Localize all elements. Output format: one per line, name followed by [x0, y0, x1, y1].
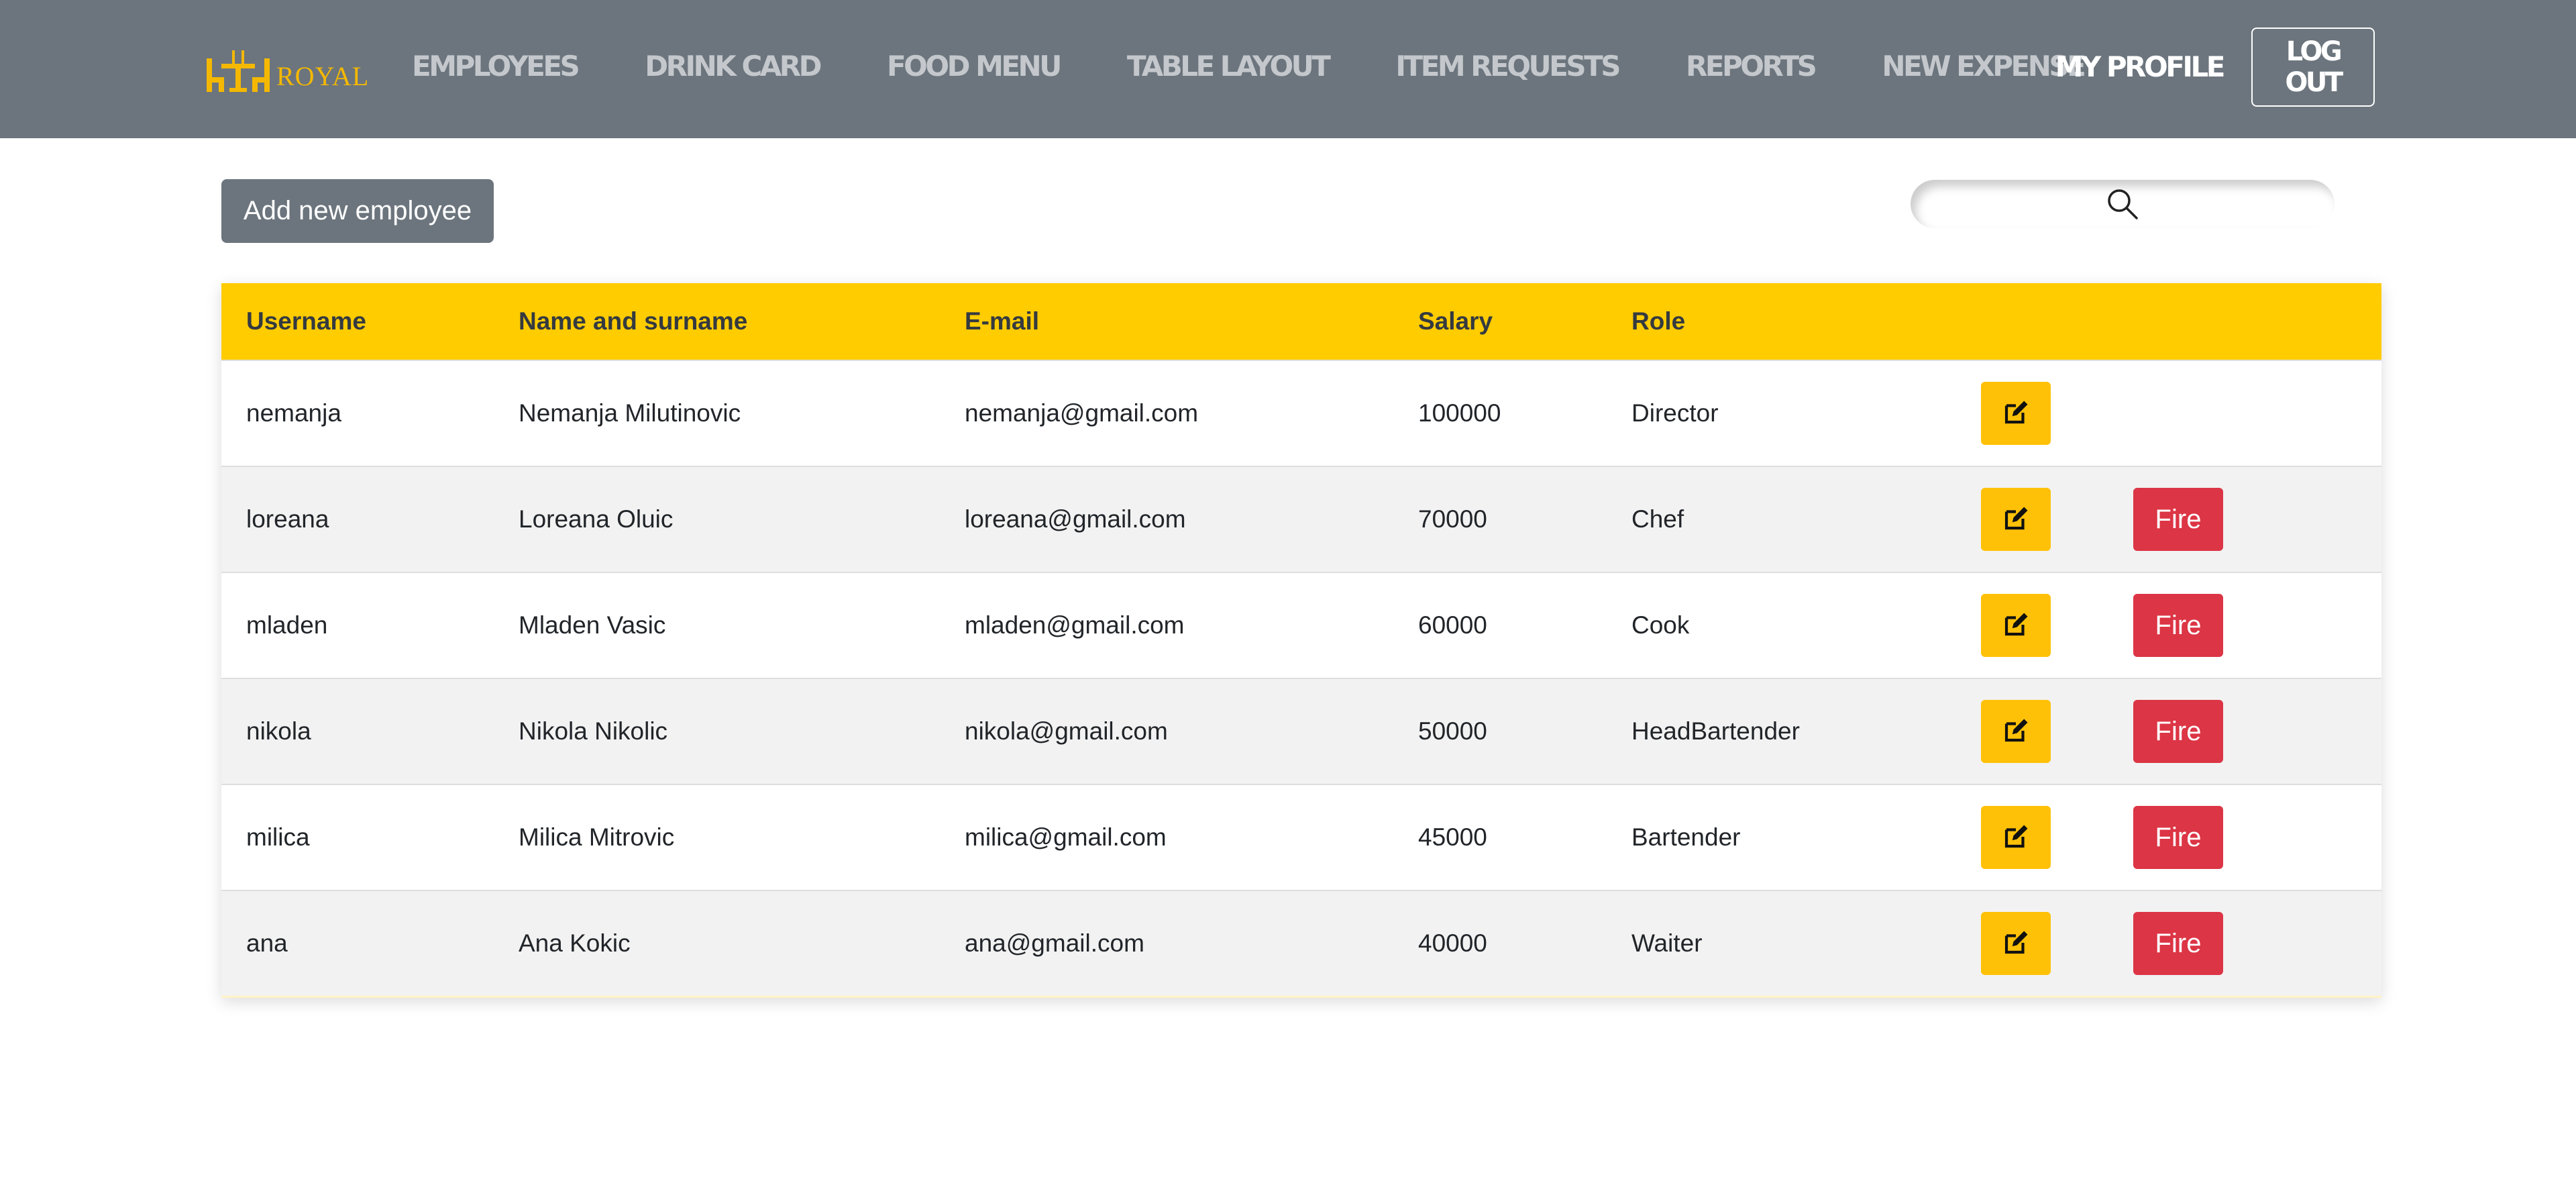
nav-link-food-menu[interactable]: FOOD MENU: [887, 43, 1062, 90]
cell-fire: Fire: [2131, 466, 2381, 572]
header-username: Username: [221, 283, 494, 360]
cell-email: ana@gmail.com: [940, 890, 1393, 996]
nav-link-new-expense[interactable]: NEW EXPENSE: [1882, 43, 2086, 90]
edit-icon: [2002, 823, 2030, 853]
edit-icon: [2002, 399, 2030, 429]
header-fire: [2131, 283, 2381, 360]
cell-role: Waiter: [1607, 890, 1933, 996]
cell-fire: Fire: [2131, 678, 2381, 784]
brand-logo[interactable]: ROYAL: [207, 48, 369, 95]
header-salary: Salary: [1393, 283, 1607, 360]
table-row: mladen Mladen Vasic mladen@gmail.com 60000 C…: [221, 572, 2381, 678]
nav-link-table-layout[interactable]: TABLE LAYOUT: [1127, 43, 1331, 90]
cell-username: mladen: [221, 572, 494, 678]
cell-edit: [1933, 466, 2131, 572]
cell-role: Director: [1607, 360, 1933, 466]
logout-button[interactable]: LOG OUT: [2251, 28, 2375, 107]
table-row: nikola Nikola Nikolic nikola@gmail.com 5000…: [221, 678, 2381, 784]
main-nav: EMPLOYEES DRINK CARD FOOD MENU TABLE LAY…: [412, 43, 2086, 90]
cell-email: loreana@gmail.com: [940, 466, 1393, 572]
cell-edit: [1933, 572, 2131, 678]
edit-button[interactable]: [1981, 806, 2051, 869]
cell-salary: 100000: [1393, 360, 1607, 466]
employees-table: Username Name and surname E-mail Salary …: [221, 283, 2381, 998]
cell-name: Loreana Oluic: [494, 466, 940, 572]
nav-link-employees[interactable]: EMPLOYEES: [412, 43, 580, 90]
cell-fire: [2131, 360, 2381, 466]
header-name: Name and surname: [494, 283, 940, 360]
edit-icon: [2002, 717, 2030, 747]
fire-button[interactable]: Fire: [2133, 912, 2223, 975]
fire-button[interactable]: Fire: [2133, 700, 2223, 763]
table-row: milica Milica Mitrovic milica@gmail.com 450…: [221, 784, 2381, 890]
cell-role: Chef: [1607, 466, 1933, 572]
fire-button[interactable]: Fire: [2133, 488, 2223, 551]
cell-role: Bartender: [1607, 784, 1933, 890]
cell-name: Nikola Nikolic: [494, 678, 940, 784]
cell-username: nikola: [221, 678, 494, 784]
cell-fire: Fire: [2131, 784, 2381, 890]
search-input[interactable]: [1911, 180, 2334, 228]
add-employee-button[interactable]: Add new employee: [221, 179, 494, 243]
cell-salary: 50000: [1393, 678, 1607, 784]
cell-username: ana: [221, 890, 494, 996]
brand-name: ROYAL: [276, 60, 370, 91]
header-edit: [1933, 283, 2131, 360]
nav-link-reports[interactable]: REPORTS: [1686, 43, 1817, 90]
cell-fire: Fire: [2131, 572, 2381, 678]
cell-role: Cook: [1607, 572, 1933, 678]
cell-salary: 60000: [1393, 572, 1607, 678]
table-header-row: Username Name and surname E-mail Salary …: [221, 283, 2381, 360]
header-email: E-mail: [940, 283, 1393, 360]
cell-email: milica@gmail.com: [940, 784, 1393, 890]
table-chairs-logo-icon: [207, 50, 270, 92]
cell-role: HeadBartender: [1607, 678, 1933, 784]
edit-button[interactable]: [1981, 700, 2051, 763]
cell-username: nemanja: [221, 360, 494, 466]
cell-email: nemanja@gmail.com: [940, 360, 1393, 466]
nav-link-item-requests[interactable]: ITEM REQUESTS: [1395, 43, 1621, 90]
table-row: ana Ana Kokic ana@gmail.com 40000 Waiter Fire: [221, 890, 2381, 996]
edit-icon: [2002, 611, 2030, 641]
cell-username: milica: [221, 784, 494, 890]
cell-name: Nemanja Milutinovic: [494, 360, 940, 466]
cell-name: Ana Kokic: [494, 890, 940, 996]
cell-edit: [1933, 360, 2131, 466]
header-role: Role: [1607, 283, 1933, 360]
cell-salary: 70000: [1393, 466, 1607, 572]
my-profile-link[interactable]: MY PROFILE: [2055, 27, 2226, 107]
search-icon: [2108, 189, 2138, 219]
cell-username: loreana: [221, 466, 494, 572]
table-row: loreana Loreana Oluic loreana@gmail.com 700…: [221, 466, 2381, 572]
cell-name: Mladen Vasic: [494, 572, 940, 678]
edit-icon: [2002, 505, 2030, 535]
cell-email: nikola@gmail.com: [940, 678, 1393, 784]
cell-edit: [1933, 678, 2131, 784]
edit-button[interactable]: [1981, 594, 2051, 657]
edit-button[interactable]: [1981, 488, 2051, 551]
cell-salary: 40000: [1393, 890, 1607, 996]
cell-name: Milica Mitrovic: [494, 784, 940, 890]
fire-button[interactable]: Fire: [2133, 594, 2223, 657]
nav-link-drink-card[interactable]: DRINK CARD: [645, 43, 822, 90]
cell-edit: [1933, 784, 2131, 890]
cell-fire: Fire: [2131, 890, 2381, 996]
cell-salary: 45000: [1393, 784, 1607, 890]
fire-button[interactable]: Fire: [2133, 806, 2223, 869]
nav-right: MY PROFILE LOG OUT: [2055, 27, 2375, 107]
cell-email: mladen@gmail.com: [940, 572, 1393, 678]
edit-button[interactable]: [1981, 382, 2051, 445]
cell-edit: [1933, 890, 2131, 996]
navbar: ROYAL EMPLOYEES DRINK CARD FOOD MENU TAB…: [0, 0, 2576, 138]
edit-button[interactable]: [1981, 912, 2051, 975]
edit-icon: [2002, 929, 2030, 959]
table-row: nemanja Nemanja Milutinovic nemanja@gmail.…: [221, 360, 2381, 466]
